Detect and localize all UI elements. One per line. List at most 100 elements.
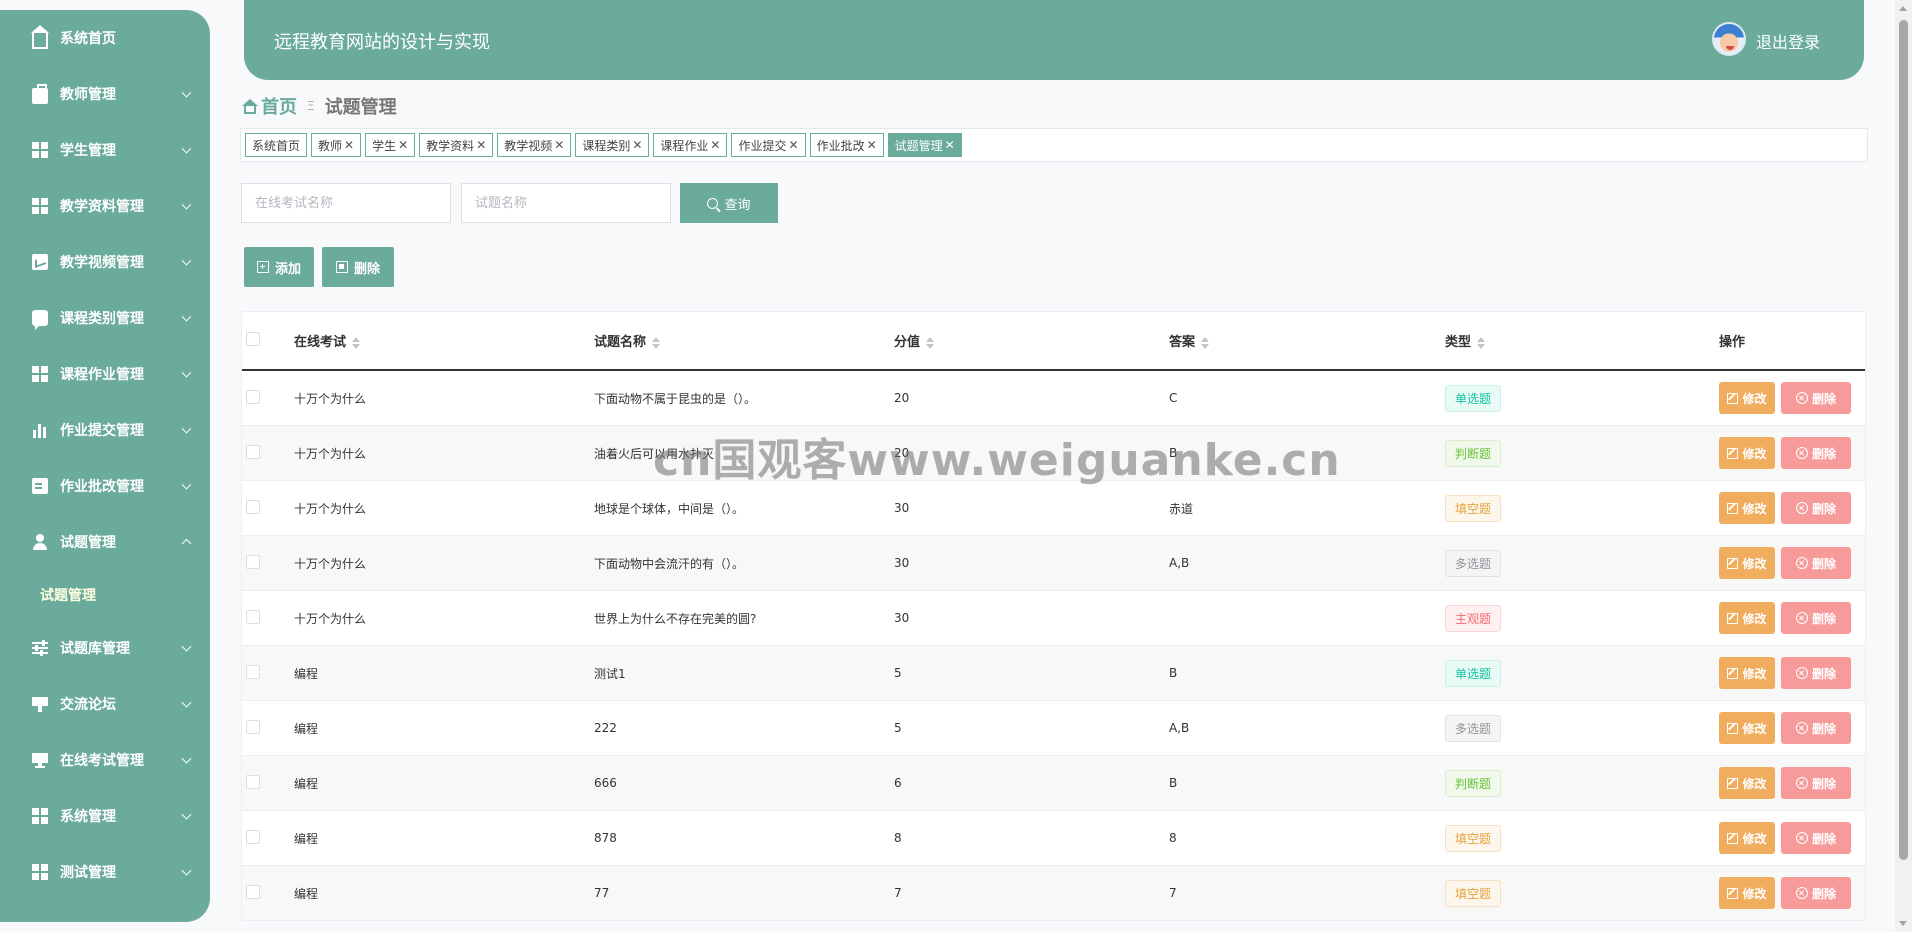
edit-icon — [1727, 832, 1739, 844]
column-header-exam[interactable]: 在线考试 — [294, 331, 594, 350]
edit-icon — [1727, 667, 1739, 679]
sidebar-item-label: 作业提交管理 — [60, 423, 144, 439]
edit-button[interactable]: 修改 — [1719, 602, 1775, 634]
edit-button[interactable]: 修改 — [1719, 492, 1775, 524]
delete-button[interactable]: 删除 — [1781, 657, 1851, 689]
sidebar-item-7[interactable]: 作业提交管理 — [0, 402, 210, 458]
grid-icon — [32, 366, 48, 382]
sidebar-item-6[interactable]: 课程作业管理 — [0, 346, 210, 402]
tab-tag-2[interactable]: 学生 ✕ — [365, 133, 416, 157]
edit-button[interactable]: 修改 — [1719, 712, 1775, 744]
submenu-item-question-manage[interactable]: 试题管理 — [0, 570, 210, 620]
delete-button[interactable]: 删除 — [1781, 437, 1851, 469]
column-header-answer[interactable]: 答案 — [1169, 331, 1445, 350]
add-button[interactable]: 添加 — [244, 247, 314, 287]
cell-answer: B — [1169, 776, 1178, 790]
row-checkbox[interactable] — [246, 664, 260, 679]
question-name-search-input[interactable] — [461, 183, 671, 223]
edit-button[interactable]: 修改 — [1719, 382, 1775, 414]
sidebar-item-4[interactable]: 教学视频管理 — [0, 234, 210, 290]
tab-tag-8[interactable]: 作业批改 ✕ — [809, 133, 884, 157]
batch-delete-button[interactable]: 删除 — [322, 247, 394, 287]
row-checkbox[interactable] — [246, 554, 260, 569]
sidebar-item-3[interactable]: 教学资料管理 — [0, 178, 210, 234]
sort-icon[interactable] — [1477, 336, 1486, 349]
edit-button-label: 修改 — [1742, 831, 1767, 846]
edit-icon — [1727, 722, 1739, 734]
row-checkbox[interactable] — [246, 774, 260, 789]
tab-tag-4[interactable]: 教学视频 ✕ — [497, 133, 572, 157]
close-icon[interactable]: ✕ — [867, 138, 877, 152]
delete-button[interactable]: 删除 — [1781, 877, 1851, 909]
sidebar-item-8[interactable]: 作业批改管理 — [0, 458, 210, 514]
avatar[interactable] — [1712, 22, 1746, 56]
scrollbar-thumb[interactable] — [1899, 20, 1908, 860]
edit-button[interactable]: 修改 — [1719, 767, 1775, 799]
delete-button[interactable]: 删除 — [1781, 822, 1851, 854]
tab-tag-1[interactable]: 教师 ✕ — [311, 133, 362, 157]
tab-tag-3[interactable]: 教学资料 ✕ — [419, 133, 494, 157]
close-icon[interactable]: ✕ — [789, 138, 799, 152]
sidebar-item-5[interactable]: 课程类别管理 — [0, 290, 210, 346]
sort-icon[interactable] — [652, 336, 661, 349]
scroll-up-arrow-icon[interactable] — [1899, 6, 1907, 11]
scroll-down-arrow-icon[interactable] — [1899, 921, 1907, 926]
query-button[interactable]: 查询 — [680, 183, 778, 223]
sidebar-item-2[interactable]: 学生管理 — [0, 122, 210, 178]
sidebar-item-10[interactable]: 试题库管理 — [0, 620, 210, 676]
tab-tag-5[interactable]: 课程类别 ✕ — [575, 133, 650, 157]
tab-tag-7[interactable]: 作业提交 ✕ — [731, 133, 806, 157]
sidebar-item-12[interactable]: 在线考试管理 — [0, 732, 210, 788]
delete-button[interactable]: 删除 — [1781, 712, 1851, 744]
delete-button[interactable]: 删除 — [1781, 767, 1851, 799]
sidebar-item-9[interactable]: 试题管理 — [0, 514, 210, 570]
row-checkbox[interactable] — [246, 884, 260, 899]
edit-button[interactable]: 修改 — [1719, 877, 1775, 909]
edit-button[interactable]: 修改 — [1719, 437, 1775, 469]
row-checkbox[interactable] — [246, 444, 260, 459]
sort-icon[interactable] — [352, 336, 361, 349]
tab-tag-6[interactable]: 课程作业 ✕ — [653, 133, 728, 157]
select-all-checkbox[interactable] — [246, 331, 260, 346]
sidebar-item-13[interactable]: 系统管理 — [0, 788, 210, 844]
close-icon[interactable]: ✕ — [710, 138, 720, 152]
close-icon[interactable]: ✕ — [945, 138, 955, 152]
chevron-down-icon — [181, 753, 192, 764]
sidebar-item-11[interactable]: 交流论坛 — [0, 676, 210, 732]
delete-button[interactable]: 删除 — [1781, 492, 1851, 524]
close-icon[interactable]: ✕ — [476, 138, 486, 152]
column-header-name[interactable]: 试题名称 — [594, 331, 894, 350]
home-icon[interactable] — [242, 99, 259, 114]
edit-button[interactable]: 修改 — [1719, 547, 1775, 579]
batch-delete-button-label: 删除 — [353, 261, 380, 277]
delete-button[interactable]: 删除 — [1781, 382, 1851, 414]
row-checkbox[interactable] — [246, 389, 260, 404]
page-scrollbar[interactable] — [1895, 0, 1912, 932]
exam-name-search-input[interactable] — [241, 183, 451, 223]
close-icon[interactable]: ✕ — [632, 138, 642, 152]
breadcrumb-home[interactable]: 首页 — [261, 93, 297, 119]
row-checkbox[interactable] — [246, 719, 260, 734]
tab-tag-0[interactable]: 系统首页 — [245, 133, 308, 157]
sidebar-item-1[interactable]: 教师管理 — [0, 66, 210, 122]
logout-link[interactable]: 退出登录 — [1756, 29, 1820, 53]
row-checkbox[interactable] — [246, 829, 260, 844]
delete-button[interactable]: 删除 — [1781, 547, 1851, 579]
column-header-score[interactable]: 分值 — [894, 331, 1169, 350]
cell-score: 20 — [894, 391, 910, 405]
sidebar-item-14[interactable]: 测试管理 — [0, 844, 210, 900]
close-icon[interactable]: ✕ — [344, 138, 354, 152]
column-header-type[interactable]: 类型 — [1445, 331, 1719, 350]
edit-button[interactable]: 修改 — [1719, 657, 1775, 689]
delete-button[interactable]: 删除 — [1781, 602, 1851, 634]
sidebar-item-0[interactable]: 系统首页 — [0, 10, 210, 66]
tab-tag-9[interactable]: 试题管理 ✕ — [887, 133, 962, 157]
line-chart-icon — [32, 254, 48, 270]
sort-icon[interactable] — [926, 336, 935, 349]
close-icon[interactable]: ✕ — [554, 138, 564, 152]
edit-button[interactable]: 修改 — [1719, 822, 1775, 854]
row-checkbox[interactable] — [246, 499, 260, 514]
sort-icon[interactable] — [1201, 336, 1210, 349]
row-checkbox[interactable] — [246, 609, 260, 624]
close-icon[interactable]: ✕ — [398, 138, 408, 152]
